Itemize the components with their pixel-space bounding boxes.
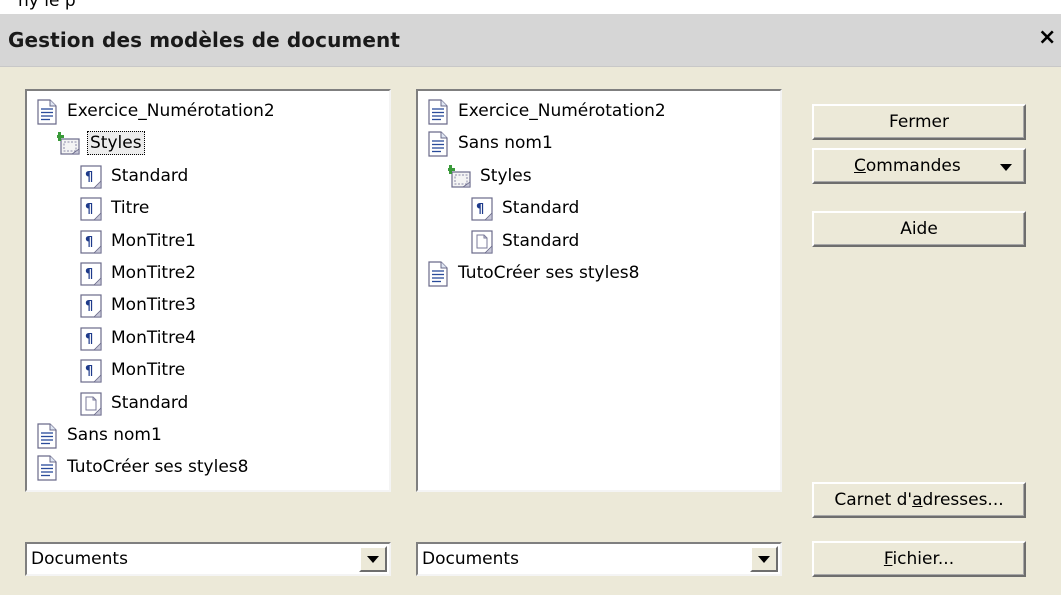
commands-mnemonic: C bbox=[854, 156, 866, 176]
close-button[interactable]: Fermer bbox=[812, 104, 1026, 140]
document-icon bbox=[426, 99, 450, 125]
tree-item-label: TutoCréer ses styles8 bbox=[458, 263, 640, 283]
address-book-button[interactable]: Carnet d'adresses... bbox=[812, 482, 1026, 518]
styles-folder-icon bbox=[55, 131, 81, 157]
tree-item-label: Sans nom1 bbox=[67, 425, 162, 445]
paragraph-style-icon: ¶ bbox=[470, 196, 494, 222]
paragraph-style-icon: ¶ bbox=[79, 164, 103, 190]
chevron-down-icon[interactable] bbox=[750, 546, 778, 572]
right-template-tree[interactable]: Exercice_Numérotation2 Sans nom1 Styles ¶ St… bbox=[416, 89, 782, 492]
file-button[interactable]: Fichier... bbox=[812, 541, 1026, 577]
svg-text:¶: ¶ bbox=[85, 267, 93, 282]
tree-item-label: Exercice_Numérotation2 bbox=[458, 101, 666, 121]
help-button[interactable]: Aide bbox=[812, 211, 1026, 247]
paragraph-style-icon: ¶ bbox=[79, 196, 103, 222]
page-style-icon bbox=[470, 229, 494, 255]
paragraph-style-icon: ¶ bbox=[79, 261, 103, 287]
tree-item-label: Standard bbox=[502, 230, 580, 251]
tree-item-label: Styles bbox=[480, 165, 532, 186]
right-documents-select[interactable]: Documents bbox=[416, 542, 782, 576]
svg-text:¶: ¶ bbox=[85, 299, 93, 314]
page-style-icon bbox=[79, 391, 103, 417]
document-icon bbox=[35, 423, 59, 449]
tree-item-label: Styles bbox=[87, 131, 145, 156]
svg-text:¶: ¶ bbox=[476, 202, 484, 217]
tree-item-label: Exercice_Numérotation2 bbox=[67, 101, 275, 121]
dialog-title: Gestion des modèles de document bbox=[8, 28, 401, 52]
styles-folder-icon bbox=[446, 164, 472, 190]
tree-item-label: TutoCréer ses styles8 bbox=[67, 457, 249, 478]
document-icon bbox=[426, 261, 450, 287]
chevron-down-icon[interactable] bbox=[359, 546, 387, 572]
paragraph-style-icon: ¶ bbox=[79, 293, 103, 319]
svg-text:¶: ¶ bbox=[85, 170, 93, 185]
svg-text:¶: ¶ bbox=[85, 202, 93, 217]
svg-text:¶: ¶ bbox=[85, 235, 93, 250]
document-icon bbox=[426, 131, 450, 157]
title-bar: Gestion des modèles de document × bbox=[0, 14, 1061, 67]
tree-item-label: Standard bbox=[502, 198, 580, 219]
paragraph-style-icon: ¶ bbox=[79, 229, 103, 255]
tree-item-label: MonTitre1 bbox=[111, 230, 196, 251]
tree-item-label: Sans nom1 bbox=[458, 133, 553, 154]
left-documents-select[interactable]: Documents bbox=[25, 542, 391, 576]
paragraph-style-icon: ¶ bbox=[79, 358, 103, 384]
commands-button[interactable]: Commandes bbox=[812, 148, 1026, 184]
chevron-down-icon bbox=[1000, 164, 1012, 171]
document-icon bbox=[35, 455, 59, 481]
tree-item-label: Titre bbox=[111, 198, 150, 219]
tree-item-label: MonTitre2 bbox=[111, 263, 196, 283]
partial-background-text: ny le p bbox=[0, 0, 1061, 13]
tree-item-label: MonTitre bbox=[111, 360, 186, 381]
tree-item-label: MonTitre3 bbox=[111, 295, 196, 316]
paragraph-style-icon: ¶ bbox=[79, 326, 103, 352]
svg-text:¶: ¶ bbox=[85, 332, 93, 347]
left-template-tree[interactable]: Exercice_Numérotation2 Styles ¶ Standard ¶ Ti… bbox=[25, 89, 391, 492]
address-book-mnemonic: a bbox=[912, 490, 923, 510]
close-icon[interactable]: × bbox=[1038, 25, 1056, 50]
tree-item-label: Standard bbox=[111, 165, 189, 186]
tree-item-label: Standard bbox=[111, 392, 189, 413]
document-icon bbox=[35, 99, 59, 125]
tree-item-label: MonTitre4 bbox=[111, 327, 196, 348]
svg-text:¶: ¶ bbox=[85, 364, 93, 379]
